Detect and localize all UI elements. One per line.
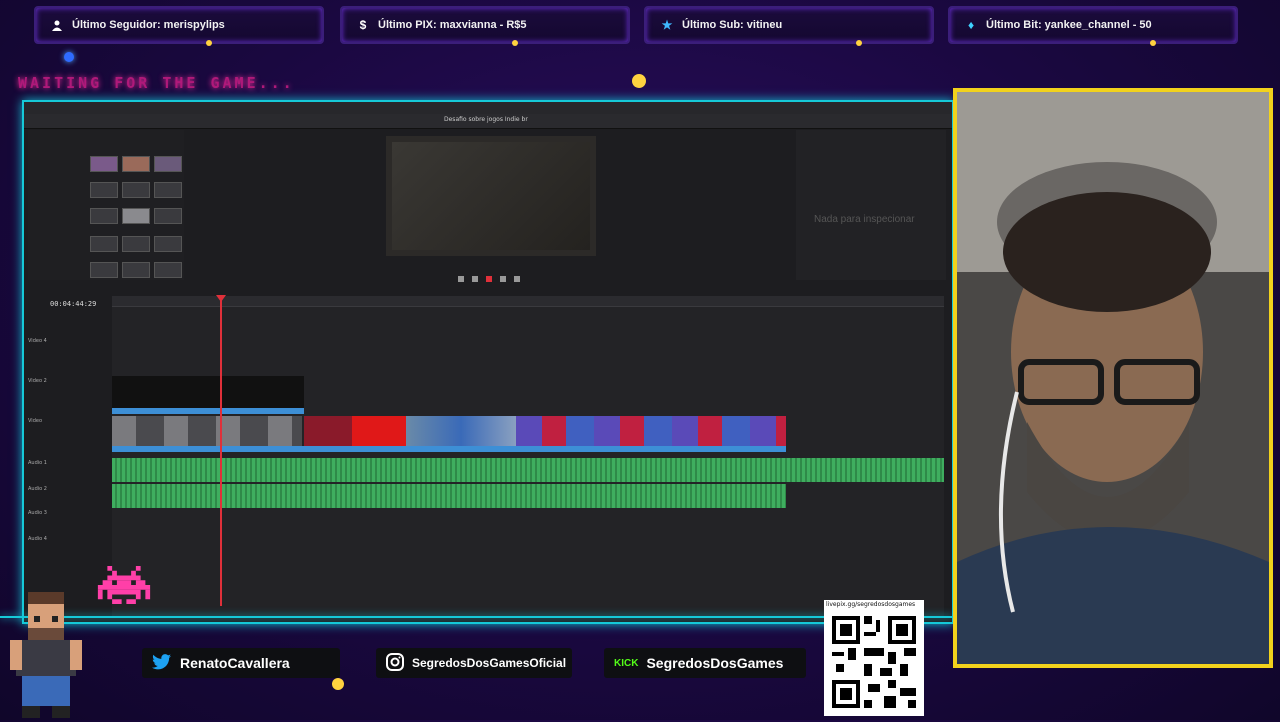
qr-url: livepix.gg/segredosdosgames [826, 601, 916, 608]
alert-last-bit: ♦ Último Bit: yankee_channel - 50 [948, 6, 1238, 46]
pixel-invader-icon [96, 566, 152, 608]
instagram-icon [386, 652, 404, 674]
media-thumb[interactable] [90, 236, 118, 252]
decor-yellow-dot [632, 74, 646, 88]
user-icon [50, 18, 64, 32]
kick-icon: KICK [614, 657, 639, 669]
clip-video-red-1[interactable] [304, 416, 352, 446]
clip-audio-1[interactable] [112, 458, 944, 482]
clip-video-2-label[interactable] [112, 408, 304, 414]
track-header-video-4[interactable]: Video 4 [28, 338, 110, 344]
qr-code-image [828, 612, 920, 712]
alert-label: Último PIX: maxvianna - R$5 [378, 19, 527, 31]
waiting-text: WAITING FOR THE GAME... [18, 74, 295, 92]
media-thumb[interactable] [90, 208, 118, 224]
alert-last-pix: $ Último PIX: maxvianna - R$5 [340, 6, 630, 46]
track-header-audio-4[interactable]: Audio 4 [28, 536, 110, 542]
clip-video-gray[interactable] [112, 416, 302, 446]
media-thumb[interactable] [154, 262, 182, 278]
webcam-feed [953, 88, 1273, 668]
track-header-audio-3[interactable]: Audio 3 [28, 510, 110, 516]
clip-video-game[interactable] [516, 416, 786, 446]
track-name: Audio 1 [28, 460, 47, 466]
track-header-audio-2[interactable]: Audio 2 [28, 486, 110, 492]
webcam-person-image [957, 92, 1269, 664]
star-icon: ★ [661, 18, 673, 32]
dollar-icon: $ [359, 18, 367, 32]
kick-name: SegredosDosGames [646, 655, 784, 671]
inspector-panel [796, 130, 946, 280]
track-name: Video 2 [28, 378, 47, 384]
media-thumb[interactable] [154, 182, 182, 198]
media-thumb[interactable] [122, 236, 150, 252]
media-thumb[interactable] [122, 262, 150, 278]
transport-controls[interactable] [454, 268, 534, 282]
media-thumb[interactable] [122, 156, 150, 172]
media-thumb[interactable] [90, 156, 118, 172]
decor-blue-dot [64, 52, 74, 62]
qr-code-panel[interactable]: livepix.gg/segredosdosgames [824, 600, 924, 716]
twitter-name: RenatoCavallera [180, 655, 290, 671]
preview-viewer[interactable] [386, 136, 596, 256]
media-thumb[interactable] [122, 182, 150, 198]
timeline-area[interactable] [112, 296, 944, 616]
project-title: Desafio sobre jogos Indie br [444, 116, 528, 123]
media-thumb[interactable] [154, 208, 182, 224]
instagram-name: SegredosDosGamesOficial [412, 656, 567, 670]
clip-video-2[interactable] [112, 376, 304, 408]
alert-last-follower: Último Seguidor: merispylips [34, 6, 324, 46]
media-thumb[interactable] [90, 262, 118, 278]
instagram-handle[interactable]: SegredosDosGamesOficial [376, 648, 572, 678]
alert-last-sub: ★ Último Sub: vitineu [644, 6, 934, 46]
track-header-audio-1[interactable]: Audio 1 [28, 460, 110, 466]
inspector-empty-text: Nada para inspecionar [814, 214, 915, 225]
twitter-handle[interactable]: RenatoCavallera [142, 648, 340, 678]
track-name: Audio 3 [28, 510, 47, 516]
kick-handle[interactable]: KICK SegredosDosGames [604, 648, 806, 678]
track-header-video[interactable]: Video [28, 418, 110, 424]
timeline-timecode: 00:04:44:29 [50, 300, 97, 308]
diamond-icon: ♦ [967, 18, 975, 32]
neon-divider [0, 616, 953, 618]
pixel-character-icon [4, 592, 88, 722]
media-pool[interactable] [28, 130, 184, 280]
timeline-ruler[interactable] [112, 296, 944, 307]
track-header-video-2[interactable]: Video 2 [28, 378, 110, 384]
clip-audio-2[interactable] [112, 484, 786, 508]
decor-yellow-dot [332, 678, 344, 690]
track-name: Audio 2 [28, 486, 47, 492]
video-editor-window: Desafio sobre jogos Indie br Nada para i… [22, 100, 954, 624]
twitter-icon [152, 653, 172, 673]
alert-label: Último Seguidor: merispylips [72, 19, 225, 31]
editor-menubar [24, 102, 952, 114]
media-thumb[interactable] [122, 208, 150, 224]
clip-video-city[interactable] [406, 416, 516, 446]
media-thumb[interactable] [90, 182, 118, 198]
track-name: Video [28, 418, 43, 424]
playhead-handle[interactable] [216, 295, 226, 302]
track-name: Audio 4 [28, 536, 47, 542]
alert-label: Último Bit: yankee_channel - 50 [986, 19, 1152, 31]
track-name: Video 4 [28, 338, 47, 344]
clip-video-red-2[interactable] [352, 416, 406, 446]
media-thumb[interactable] [154, 236, 182, 252]
alert-label: Último Sub: vitineu [682, 19, 783, 31]
clip-video-bar[interactable] [112, 446, 786, 452]
timeline-playhead[interactable] [220, 296, 222, 606]
media-thumb[interactable] [154, 156, 182, 172]
preview-frame [392, 142, 590, 250]
